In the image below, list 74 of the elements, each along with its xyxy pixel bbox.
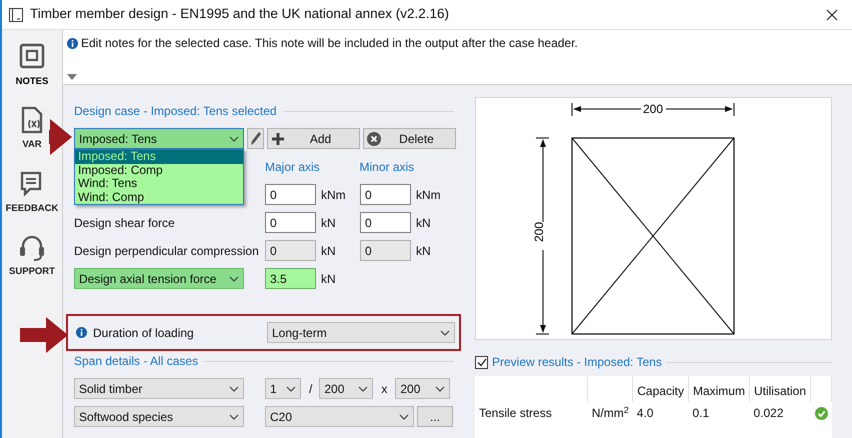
chevron-down-icon [440,328,450,336]
sidebar-item[interactable]: SUPPORT [9,232,55,279]
table-cell: 0.1 [688,402,750,424]
dropdown-option[interactable]: Wind: Tens [75,177,243,190]
dropdown-option[interactable]: Imposed: Comp [75,164,243,177]
column-heading: Minor axis [360,159,416,176]
separator-label: / [309,380,312,398]
case-button[interactable]: Delete [363,128,456,149]
plus-icon [271,132,285,146]
section-heading: Span details - All cases [74,353,198,370]
chevron-down-icon [358,384,368,392]
column-heading: Capacity [632,376,688,402]
column-heading: Maximum [688,376,750,402]
column-heading: Major axis [265,159,321,176]
dimension-label: 200 [642,102,664,116]
column-heading: Utilisation [749,376,810,402]
section-heading: Preview results - Imposed: Tens [492,354,662,371]
input-field[interactable]: 0 [265,212,316,233]
notes-hint: Edit notes for the selected case. This note will be included in the output after the case header. [81,35,578,52]
table-cell: 4.0 [632,402,688,424]
chevron-down-icon [229,274,239,282]
dropdown[interactable]: 1 [265,378,301,399]
input-field[interactable]: 0 [360,184,411,205]
unit-label: kNm [320,186,347,204]
callout-arrow [49,119,72,155]
field-label: Design perpendicular compression [74,244,259,258]
dropdown-option[interactable]: Wind: Comp [75,190,243,204]
dropdown[interactable]: C20 [265,406,414,427]
window-title: Timber member design - EN1995 and the UK national annex (v2.2.16) [30,5,449,24]
dropdown[interactable]: Softwood species [74,406,244,427]
close-circle-icon [367,132,381,146]
section-heading: Design case - Imposed: Tens selected [74,103,277,120]
table-cell: N/mm$^{2}$ [588,402,633,424]
unit-label: kN [320,214,337,232]
case-dropdown[interactable]: Imposed: Tens [74,128,244,149]
dropdown[interactable]: Solid timber [74,378,244,399]
unit-label: kN [415,242,432,260]
times-label: x [381,380,388,398]
field-label: Design shear force [74,216,175,230]
force-type-dropdown[interactable]: Design axial tension force [74,268,244,289]
checkbox[interactable] [475,356,488,368]
chevron-down-icon [229,412,239,420]
field-label: Duration of loading [93,324,194,342]
unit-label: kN [415,214,432,232]
info-icon [67,38,78,48]
expand-arrow-icon[interactable] [67,74,77,80]
sidebar-item[interactable]: NOTES [16,42,48,90]
chevron-down-icon [435,384,446,392]
dimension-label: 200 [532,222,546,242]
sidebar-item[interactable]: FEEDBACK [6,168,58,216]
window-icon [8,6,24,22]
more-button[interactable]: ... [417,406,453,427]
chevron-down-icon [399,412,409,420]
input-field[interactable]: 0 [360,212,411,233]
check-icon [476,358,486,366]
info-icon [76,327,87,338]
chevron-down-icon [229,384,239,392]
table-cell: 0.022 [749,402,810,424]
case-button[interactable]: Add [267,128,360,149]
chevron-down-icon [229,134,239,142]
dropdown[interactable]: 200 [319,378,374,399]
close-icon [826,8,838,20]
input-field[interactable]: 3.5 [265,268,316,289]
unit-label: kN [320,270,337,288]
input-field[interactable]: 0 [265,184,316,205]
unit-label: kNm [415,186,442,204]
unit-label: kN [320,242,337,260]
table-cell: Tensile stress [475,402,588,424]
chevron-down-icon [286,384,296,392]
dropdown[interactable]: 200 [395,378,450,399]
dropdown-option[interactable]: Imposed: Tens [75,150,243,164]
pencil-icon[interactable] [247,128,264,149]
sidebar-item[interactable]: VAR [16,105,48,152]
duration-dropdown[interactable]: Long-term [267,322,455,343]
